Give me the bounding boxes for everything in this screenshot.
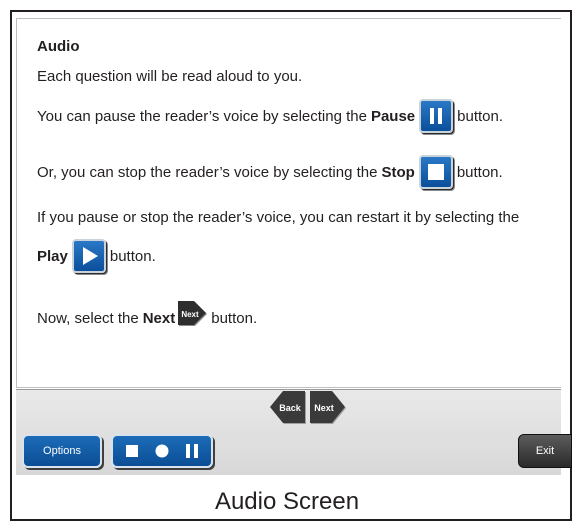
exit-label: Exit [535, 445, 555, 457]
next-line-end: button. [211, 309, 258, 327]
stop-line-text: Or, you can stop the reader’s voice by s… [37, 163, 378, 181]
pause-line-end: button. [457, 107, 504, 125]
intro-text: Each question will be read aloud to you. [37, 68, 303, 85]
next-label: Next [314, 403, 334, 413]
next-button[interactable]: Next [309, 389, 349, 432]
pause-line: You can pause the reader’s voice by sele… [37, 99, 503, 133]
figure-caption: Audio Screen [214, 488, 360, 515]
next-line-text: Now, select the [37, 309, 139, 327]
next-line: Now, select the Next Next button. [37, 301, 257, 335]
stop-icon [418, 155, 453, 189]
content-panel: Audio Each question will be read aloud t… [16, 18, 561, 388]
pause-icon [419, 99, 454, 133]
stop-icon[interactable] [117, 436, 147, 466]
restart-line: If you pause or stop the reader’s voice,… [37, 209, 519, 226]
section-heading: Audio [37, 38, 80, 55]
back-label: Back [279, 403, 302, 413]
record-icon[interactable] [147, 436, 177, 466]
play-line-end: button. [109, 247, 156, 265]
pause-word: Pause [370, 107, 416, 125]
next-icon-label: Next [182, 310, 200, 319]
pause-icon[interactable] [177, 436, 207, 466]
next-word: Next [142, 309, 176, 327]
restart-text: If you pause or stop the reader’s voice,… [37, 209, 520, 226]
exit-button[interactable]: Exit [518, 434, 572, 468]
play-icon [71, 239, 106, 273]
pause-line-text: You can pause the reader’s voice by sele… [37, 107, 367, 125]
options-button[interactable]: Options [22, 434, 102, 468]
stop-line-end: button. [456, 163, 503, 181]
back-button[interactable]: Back [268, 389, 308, 432]
audio-player-controls [111, 434, 213, 468]
options-label: Options [43, 445, 81, 457]
play-word: Play [37, 247, 68, 265]
play-line: Play button. [37, 239, 156, 273]
intro-line: Each question will be read aloud to you. [37, 68, 302, 85]
next-arrow-icon: Next [177, 299, 209, 333]
stop-word: Stop [381, 163, 415, 181]
stop-line: Or, you can stop the reader’s voice by s… [37, 155, 503, 189]
